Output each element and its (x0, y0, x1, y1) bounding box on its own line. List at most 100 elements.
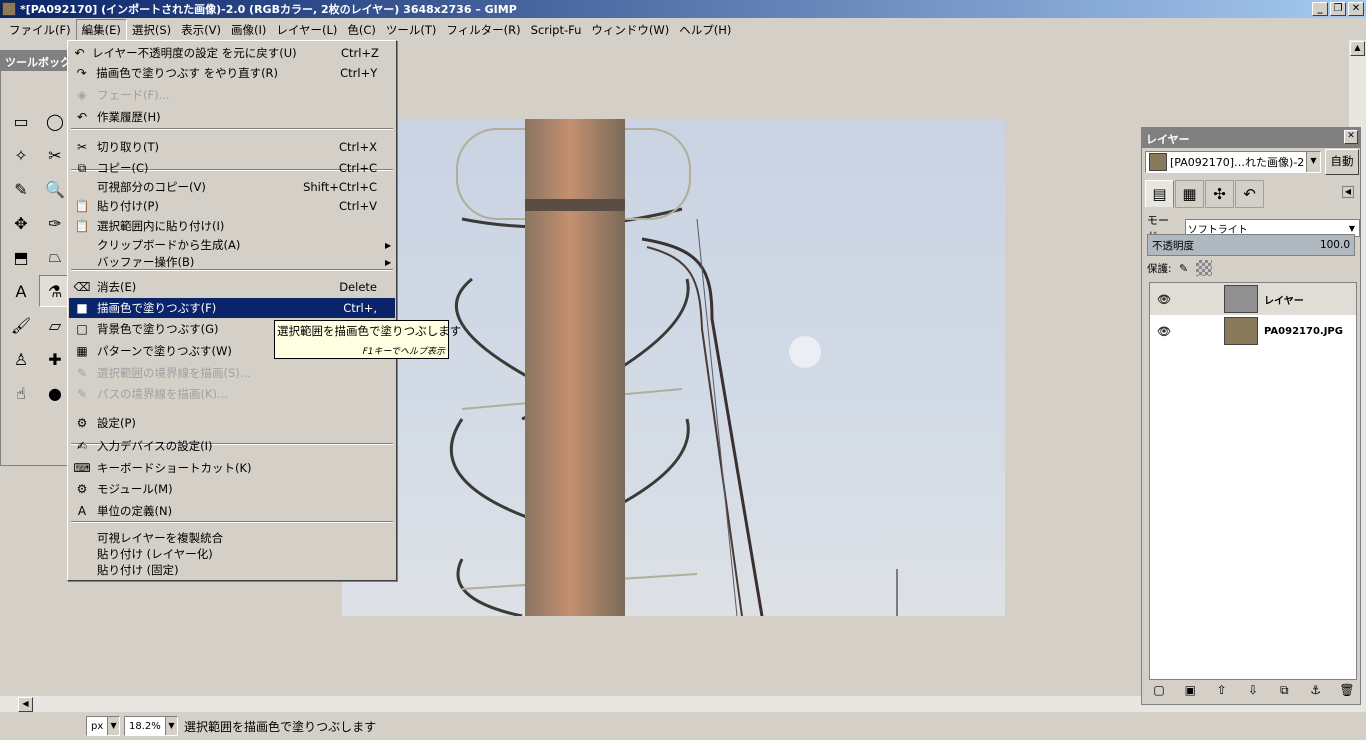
edit-menu-item[interactable]: ↶ レイヤー不透明度の設定 を元に戻す(U) Ctrl+Z (69, 43, 395, 63)
menu-select[interactable]: 選択(S) (127, 20, 176, 40)
layer-row[interactable]: 👁 PA092170.JPG (1150, 315, 1356, 347)
layer-row[interactable]: 👁 レイヤー (1150, 283, 1356, 315)
channels-tab-icon[interactable]: ▦ (1175, 180, 1204, 208)
menu-item-shortcut: Shift+Ctrl+C (303, 180, 377, 194)
layers-tab-icon[interactable]: ▤ (1145, 180, 1174, 208)
menu-file[interactable]: ファイル(F) (4, 20, 76, 40)
edit-menu-item[interactable]: ↶ 作業履歴(H) (69, 107, 395, 127)
scroll-up-icon[interactable]: ▲ (1350, 41, 1365, 56)
chevron-down-icon: ▼ (1306, 152, 1320, 172)
edit-menu-item[interactable]: バッファー操作(B) ▶ (69, 252, 395, 272)
minimize-button[interactable]: _ (1312, 2, 1328, 16)
undo-tab-icon[interactable]: ↶ (1235, 180, 1264, 208)
paintbrush-icon[interactable]: 🖌 (5, 309, 37, 341)
unit-select[interactable]: px ▼ (86, 716, 120, 736)
edit-menu-item[interactable]: 可視レイヤーを複製統合 (69, 530, 395, 546)
edit-menu-item[interactable]: ✎ パスの境界線を描画(K)... (69, 384, 395, 404)
menu-windows[interactable]: ウィンドウ(W) (586, 20, 674, 40)
menu-tools[interactable]: ツール(T) (381, 20, 442, 40)
toolbox-title: ツールボックス (1, 51, 67, 71)
lock-row: 保護: ✎ (1147, 260, 1212, 276)
menu-view[interactable]: 表示(V) (176, 20, 226, 40)
edit-menu-item[interactable]: 貼り付け (固定) (69, 562, 395, 578)
edit-menu-item[interactable]: ✎ 選択範囲の境界線を描画(S)... (69, 363, 395, 383)
zoom-select[interactable]: 18.2% ▼ (124, 716, 178, 736)
delete-layer-icon[interactable]: 🗑 (1337, 683, 1357, 698)
menu-item-label: フェード(F)... (97, 88, 170, 102)
visibility-eye-icon[interactable]: 👁 (1150, 325, 1178, 338)
menu-image[interactable]: 画像(I) (226, 20, 271, 40)
modules-icon: ⚙ (76, 482, 88, 496)
edit-menu-item[interactable]: 可視部分のコピー(V) Shift+Ctrl+C (69, 177, 395, 197)
edit-menu-item[interactable]: ⚙ 設定(P) (69, 413, 395, 433)
toolbox-window: ツールボックス ▭◯✧✂✎🔍✥✑⬒⏢A⚗🖌▱♙✚☝● (0, 50, 71, 466)
edit-menu-item[interactable]: ⧉ コピー(C) Ctrl+C (69, 158, 395, 178)
new-layer-group-icon[interactable]: ▣ (1180, 683, 1200, 698)
duplicate-layer-icon[interactable]: ⧉ (1274, 683, 1294, 698)
auto-button[interactable]: 自動 (1325, 149, 1359, 175)
dock-tabs: ▤ ▦ ✣ ↶ (1145, 180, 1265, 208)
edit-menu-item[interactable]: ↷ 描画色で塗りつぶす をやり直す(R) Ctrl+Y (69, 63, 395, 83)
image-canvas[interactable] (342, 119, 1005, 616)
anchor-layer-icon[interactable]: ⚓ (1306, 683, 1326, 698)
menu-item-shortcut: Ctrl+C (338, 161, 377, 175)
menu-colors[interactable]: 色(C) (342, 20, 381, 40)
edit-menu-item[interactable]: ◈ フェード(F)... (69, 85, 395, 105)
menu-edit[interactable]: 編集(E) (75, 18, 127, 41)
layer-name[interactable]: PA092170.JPG (1264, 326, 1343, 337)
edit-menu-item[interactable]: ✍ 入力デバイスの設定(I) (69, 436, 395, 456)
edit-menu-item[interactable]: ⌫ 消去(E) Delete (69, 277, 395, 297)
clone-icon[interactable]: ♙ (5, 343, 37, 375)
chimney-photo (450, 119, 898, 616)
menu-separator (71, 128, 393, 130)
menu-item-label: 作業履歴(H) (97, 110, 161, 124)
image-select[interactable]: [PA092170]…れた画像)-2 ▼ (1145, 151, 1321, 173)
fuzzy-select-icon[interactable]: ✧ (5, 139, 37, 171)
menu-item-label: 可視レイヤーを複製統合 (97, 531, 224, 545)
rotate-icon[interactable]: ⬒ (5, 241, 37, 273)
rect-select-icon[interactable]: ▭ (5, 105, 37, 137)
copy-icon: ⧉ (77, 160, 87, 175)
menu-layer[interactable]: レイヤー(L) (271, 20, 342, 40)
cut-icon: ✂ (76, 140, 88, 154)
gimp-app-icon (2, 2, 16, 16)
menu-script-fu[interactable]: Script-Fu (526, 21, 587, 39)
visibility-eye-icon[interactable]: 👁 (1150, 293, 1178, 306)
menu-help[interactable]: ヘルプ(H) (674, 20, 736, 40)
menu-filters[interactable]: フィルター(R) (441, 20, 525, 40)
edit-menu-item[interactable]: 貼り付け (レイヤー化) (69, 546, 395, 562)
edit-menu-item[interactable]: ⚙ モジュール(M) (69, 479, 395, 499)
lower-layer-icon[interactable]: ⇩ (1243, 683, 1263, 698)
menu-item-label: 背景色で塗りつぶす(G) (97, 322, 219, 336)
menu-item-label: 貼り付け(P) (97, 199, 159, 213)
edit-menu-item[interactable]: A 単位の定義(N) (69, 501, 395, 521)
tab-menu-icon[interactable]: ◀ (1342, 186, 1354, 198)
menu-item-label: レイヤー不透明度の設定 を元に戻す(U) (91, 46, 297, 60)
lock-pixels-icon[interactable]: ✎ (1176, 260, 1192, 276)
move-icon[interactable]: ✥ (5, 207, 37, 239)
tooltip-help: F1キーでヘルプ表示 (362, 347, 445, 357)
menu-item-label: コピー(C) (97, 161, 149, 175)
layer-name[interactable]: レイヤー (1264, 292, 1304, 307)
text-icon[interactable]: A (5, 275, 37, 307)
scroll-left-icon[interactable]: ◀ (18, 696, 33, 712)
edit-menu-item[interactable]: ■ 描画色で塗りつぶす(F) Ctrl+, (69, 298, 395, 318)
color-picker-icon[interactable]: ✎ (5, 173, 37, 205)
paths-tab-icon[interactable]: ✣ (1205, 180, 1234, 208)
opacity-value[interactable]: 100.0 (1320, 239, 1350, 251)
new-layer-icon[interactable]: ▢ (1149, 683, 1169, 698)
edit-menu-item[interactable]: 📋 貼り付け(P) Ctrl+V (69, 196, 395, 216)
lock-alpha-icon[interactable] (1195, 260, 1212, 276)
raise-layer-icon[interactable]: ⇧ (1212, 683, 1232, 698)
close-button[interactable]: ✕ (1348, 2, 1364, 16)
close-dock-icon[interactable]: ✕ (1344, 130, 1358, 144)
edit-menu-item[interactable]: 📋 選択範囲内に貼り付け(I) (69, 216, 395, 236)
menu-item-shortcut: Ctrl+V (339, 199, 377, 213)
opacity-slider[interactable]: 不透明度 100.0 (1147, 234, 1355, 256)
edit-menu-item[interactable]: ⌨ キーボードショートカット(K) (69, 458, 395, 478)
menu-item-label: 切り取り(T) (97, 140, 159, 154)
image-thumbnail (1149, 153, 1167, 171)
smudge-icon[interactable]: ☝ (5, 377, 37, 409)
edit-menu-item[interactable]: ✂ 切り取り(T) Ctrl+X (69, 137, 395, 157)
maximize-button[interactable]: ❐ (1330, 2, 1346, 16)
